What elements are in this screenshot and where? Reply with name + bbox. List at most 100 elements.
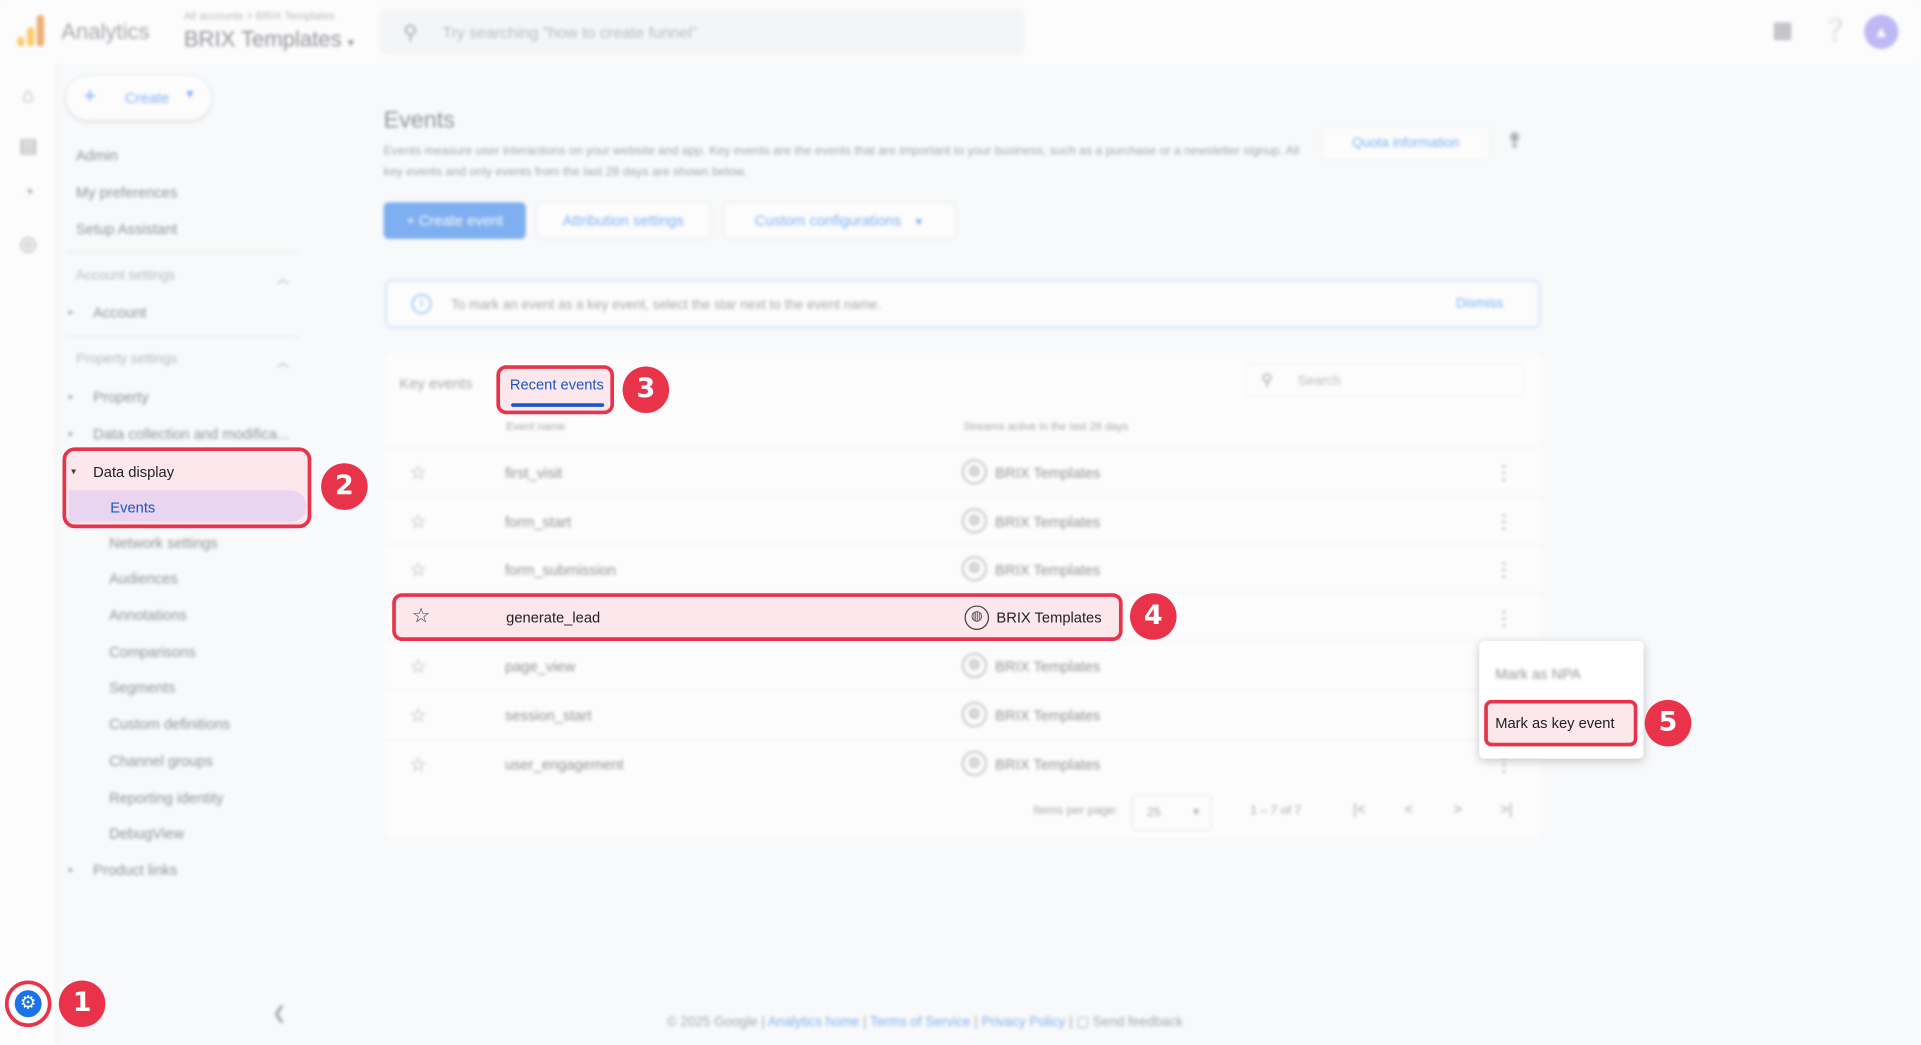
mark-as-npa-item[interactable]: Mark as NPA — [1495, 666, 1581, 683]
event-name: session_start — [504, 707, 592, 725]
table-search[interactable]: ⚲ Search — [1245, 362, 1525, 398]
web-stream-icon: ◍ — [962, 653, 987, 678]
star-icon[interactable]: ☆ — [409, 753, 427, 778]
nav-data-collection[interactable]: Data collection and modifica... — [93, 425, 289, 442]
nav-network-settings[interactable]: Network settings — [109, 534, 218, 551]
step-badge-5: 5 — [1644, 699, 1692, 747]
dismiss-button[interactable]: Dismiss — [1456, 297, 1503, 312]
expand-arrow-icon[interactable]: ▸ — [69, 428, 74, 439]
expand-arrow-icon[interactable]: ▸ — [69, 391, 74, 402]
nav-property[interactable]: Property — [93, 389, 149, 406]
reports-icon[interactable]: ▤ — [16, 134, 41, 159]
last-page-icon[interactable]: >| — [1500, 800, 1512, 817]
tab-recent-events[interactable]: Recent events — [496, 365, 615, 415]
step-badge-3: 3 — [622, 366, 670, 414]
nav-events-active[interactable]: Events — [68, 490, 307, 523]
more-options-icon[interactable]: ⋮ — [1494, 558, 1514, 583]
table-row-generate-lead[interactable]: ☆ generate_lead ◍ BRIX Templates — [392, 593, 1123, 641]
create-button[interactable]: + Create ▼ — [66, 75, 211, 121]
attribution-settings-button[interactable]: Attribution settings — [535, 202, 711, 239]
nav-rail: ⌂ ▤ ◔ ◎ — [0, 63, 57, 1045]
nav-comparisons[interactable]: Comparisons — [109, 643, 196, 660]
nav-reporting-identity[interactable]: Reporting identity — [109, 789, 223, 806]
footer-analytics-home-link[interactable]: Analytics home — [768, 1015, 859, 1030]
chevron-up-icon[interactable]: ︿ — [277, 268, 289, 286]
items-per-page-value: 25 — [1147, 806, 1161, 820]
nav-account[interactable]: Account — [93, 304, 146, 321]
mark-as-key-event-item[interactable]: Mark as key event — [1484, 699, 1638, 747]
plus-icon: + — [83, 83, 97, 108]
table-search-input[interactable]: Search — [1298, 374, 1341, 389]
event-name: form_start — [504, 513, 572, 531]
event-name: form_submission — [504, 561, 617, 579]
footer-separator: | — [1069, 1014, 1073, 1030]
explore-icon[interactable]: ◔ — [16, 183, 41, 208]
collapse-arrow-icon[interactable]: ▾ — [71, 466, 76, 477]
star-icon[interactable]: ☆ — [412, 604, 431, 629]
global-search[interactable]: ⚲ Try searching "how to create funnel" — [378, 8, 1025, 56]
nav-admin[interactable]: Admin — [76, 147, 118, 164]
star-icon[interactable]: ☆ — [409, 654, 427, 679]
expand-arrow-icon[interactable]: ▸ — [69, 864, 74, 875]
footer-terms-link[interactable]: Terms of Service — [870, 1015, 970, 1030]
table-row[interactable]: ☆ session_start ◍ BRIX Templates — [384, 690, 1541, 739]
custom-configurations-button[interactable]: Custom configurations ▼ — [723, 202, 956, 239]
advertising-icon[interactable]: ◎ — [16, 232, 41, 257]
nav-annotations[interactable]: Annotations — [109, 607, 187, 624]
search-icon: ⚲ — [403, 23, 418, 45]
items-per-page-select[interactable]: 25 ▼ — [1131, 794, 1213, 831]
event-name: page_view — [504, 658, 576, 676]
nav-channel-groups[interactable]: Channel groups — [109, 753, 213, 770]
stream-name: BRIX Templates — [996, 609, 1102, 627]
next-page-icon[interactable]: > — [1454, 800, 1463, 817]
create-event-button[interactable]: + Create event — [383, 202, 526, 239]
nav-audiences[interactable]: Audiences — [109, 570, 178, 587]
tab-key-events[interactable]: Key events — [400, 375, 473, 392]
property-settings-header[interactable]: Property settings — [76, 352, 177, 367]
star-icon[interactable]: ☆ — [409, 703, 427, 728]
table-row[interactable]: ☆ page_view ◍ BRIX Templates — [384, 640, 1541, 690]
account-settings-header[interactable]: Account settings — [76, 268, 175, 283]
collapse-sidebar-icon[interactable]: ❮ — [272, 1003, 286, 1024]
nav-setup-assistant[interactable]: Setup Assistant — [76, 221, 177, 238]
property-selector[interactable]: BRIX Templates ▾ — [184, 27, 354, 53]
table-row[interactable]: ☆ first_visit ◍ BRIX Templates ⋮ — [384, 447, 1541, 496]
nav-debugview[interactable]: DebugView — [109, 825, 184, 842]
star-icon[interactable]: ☆ — [409, 558, 427, 583]
more-options-icon[interactable]: ⋮ — [1494, 461, 1514, 486]
apps-grid-icon[interactable]: ▦ — [1772, 17, 1793, 43]
table-row[interactable]: ☆ form_submission ◍ BRIX Templates ⋮ — [384, 544, 1541, 593]
table-row[interactable]: ☆ user_engagement ◍ BRIX Templates ⋮ — [384, 739, 1541, 788]
more-options-icon[interactable]: ⋮ — [1494, 607, 1514, 632]
star-icon[interactable]: ☆ — [409, 461, 427, 486]
nav-data-display[interactable]: Data display — [93, 463, 174, 480]
footer-privacy-link[interactable]: Privacy Policy — [981, 1015, 1065, 1030]
expand-arrow-icon[interactable]: ▸ — [69, 306, 74, 317]
admin-gear-button[interactable]: ⚙ — [4, 980, 52, 1028]
more-options-icon[interactable]: ⋮ — [1494, 510, 1514, 535]
gear-icon: ⚙ — [14, 990, 42, 1018]
microphone-icon[interactable]: ⚵ — [1507, 127, 1521, 152]
nav-product-links[interactable]: Product links — [93, 862, 177, 879]
avatar[interactable]: ▲ — [1864, 14, 1899, 50]
first-page-icon[interactable]: |< — [1353, 800, 1365, 817]
nav-segments[interactable]: Segments — [109, 679, 175, 696]
event-name: generate_lead — [506, 609, 601, 627]
quota-information-button[interactable]: Quota information — [1321, 126, 1491, 161]
table-row[interactable]: ☆ form_start ◍ BRIX Templates ⋮ — [384, 496, 1541, 545]
column-header-event-name[interactable]: Event name — [506, 420, 565, 432]
home-icon[interactable]: ⌂ — [16, 86, 41, 111]
chevron-up-icon[interactable]: ︿ — [277, 352, 289, 370]
star-icon[interactable]: ☆ — [409, 510, 427, 535]
admin-sidebar: + Create ▼ Admin My preferences Setup As… — [56, 64, 313, 1045]
help-icon[interactable]: ❔ — [1821, 17, 1848, 43]
footer-separator: | — [863, 1014, 867, 1030]
nav-my-preferences[interactable]: My preferences — [76, 184, 177, 201]
search-input[interactable]: Try searching "how to create funnel" — [442, 23, 697, 41]
prev-page-icon[interactable]: < — [1405, 800, 1414, 817]
account-breadcrumb[interactable]: All accounts > BRIX Templates — [184, 10, 335, 22]
top-bar: Analytics All accounts > BRIX Templates … — [0, 0, 1921, 64]
nav-custom-definitions[interactable]: Custom definitions — [109, 716, 230, 733]
footer-feedback-link[interactable]: Send feedback — [1093, 1015, 1183, 1030]
nav-data-display-group: ▾ Data display Events — [62, 447, 312, 529]
